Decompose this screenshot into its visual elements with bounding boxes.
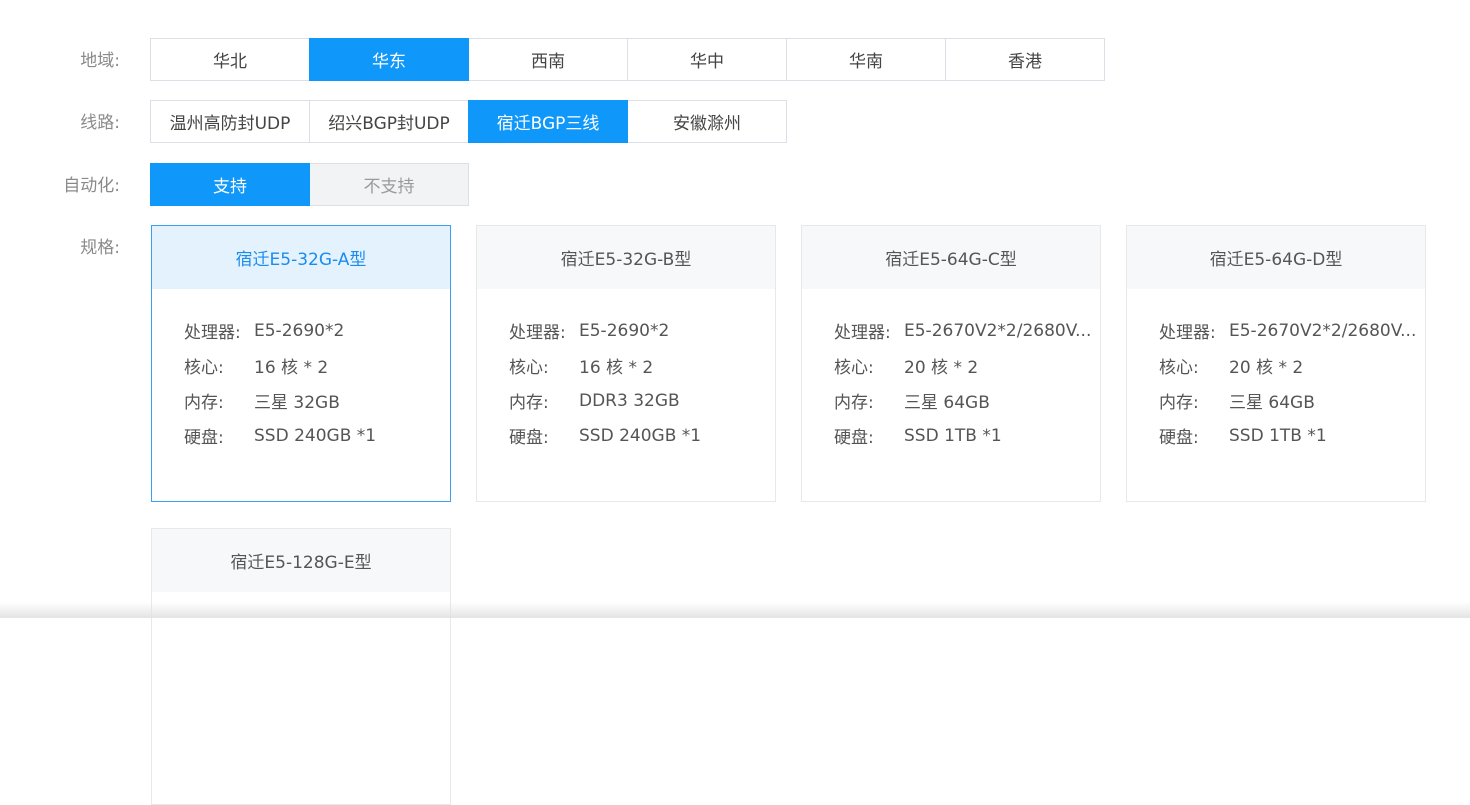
disk-key: 硬盘:: [834, 428, 874, 448]
cpu-value: E5-2690*2: [254, 320, 345, 341]
region-option-huanan[interactable]: 华南: [786, 38, 946, 81]
card-title: 宿迁E5-32G-B型: [477, 226, 775, 289]
disk-value: SSD 1TB *1: [904, 425, 1002, 446]
automation-label: 自动化:: [63, 176, 120, 196]
spec-card-c[interactable]: 宿迁E5-64G-C型 处理器: E5-2670V2*2/2680V... 核心:…: [801, 225, 1101, 502]
memory-key: 内存:: [1159, 393, 1199, 413]
region-option-huadong[interactable]: 华东: [309, 38, 469, 81]
card-title: 宿迁E5-64G-C型: [802, 226, 1100, 289]
disk-key: 硬盘:: [184, 428, 224, 448]
region-label: 地域:: [80, 51, 120, 71]
disk-value: SSD 1TB *1: [1229, 425, 1327, 446]
region-selector: 华北 华东 西南 华中 华南 香港: [150, 38, 1105, 81]
memory-key: 内存:: [834, 393, 874, 413]
region-option-hongkong[interactable]: 香港: [945, 38, 1105, 81]
cpu-key: 处理器:: [1159, 323, 1216, 343]
cores-key: 核心:: [184, 358, 224, 378]
line-option-shaoxing[interactable]: 绍兴BGP封UDP: [309, 100, 469, 143]
region-option-xinan[interactable]: 西南: [468, 38, 628, 81]
region-option-huazhong[interactable]: 华中: [627, 38, 787, 81]
spec-card-b[interactable]: 宿迁E5-32G-B型 处理器: E5-2690*2 核心: 16 核 * 2 内存…: [476, 225, 776, 502]
automation-selector: 支持 不支持: [150, 163, 469, 206]
cpu-key: 处理器:: [184, 323, 241, 343]
disk-key: 硬盘:: [509, 428, 549, 448]
cores-value: 16 核 * 2: [579, 358, 654, 378]
automation-option-supported[interactable]: 支持: [150, 163, 310, 206]
card-title: 宿迁E5-128G-E型: [152, 529, 450, 592]
spec-card-e[interactable]: 宿迁E5-128G-E型: [151, 528, 451, 805]
line-option-wenzhou[interactable]: 温州高防封UDP: [150, 100, 310, 143]
cpu-value: E5-2670V2*2/2680V...: [1229, 320, 1417, 341]
region-option-huabei[interactable]: 华北: [150, 38, 310, 81]
cpu-value: E5-2670V2*2/2680V...: [904, 320, 1092, 341]
line-label: 线路:: [80, 113, 120, 133]
disk-value: SSD 240GB *1: [254, 425, 377, 446]
card-title: 宿迁E5-32G-A型: [152, 226, 450, 289]
memory-key: 内存:: [509, 393, 549, 413]
line-selector: 温州高防封UDP 绍兴BGP封UDP 宿迁BGP三线 安徽滁州: [150, 100, 787, 143]
cores-key: 核心:: [834, 358, 874, 378]
cores-value: 20 核 * 2: [1229, 358, 1304, 378]
cpu-key: 处理器:: [834, 323, 891, 343]
memory-key: 内存:: [184, 393, 224, 413]
memory-value: 三星 64GB: [1229, 393, 1315, 413]
line-option-anhui-chuzhou[interactable]: 安徽滁州: [627, 100, 787, 143]
spec-card-d[interactable]: 宿迁E5-64G-D型 处理器: E5-2670V2*2/2680V... 核心:…: [1126, 225, 1426, 502]
cores-key: 核心:: [509, 358, 549, 378]
card-title: 宿迁E5-64G-D型: [1127, 226, 1425, 289]
memory-value: 三星 64GB: [904, 393, 990, 413]
memory-value: 三星 32GB: [254, 393, 340, 413]
cpu-value: E5-2690*2: [579, 320, 670, 341]
cores-key: 核心:: [1159, 358, 1199, 378]
spec-card-a[interactable]: 宿迁E5-32G-A型 处理器: E5-2690*2 核心: 16 核 * 2 内存…: [151, 225, 451, 502]
cpu-key: 处理器:: [509, 323, 566, 343]
disk-value: SSD 240GB *1: [579, 425, 702, 446]
line-option-suqian[interactable]: 宿迁BGP三线: [468, 100, 628, 143]
disk-key: 硬盘:: [1159, 428, 1199, 448]
cores-value: 16 核 * 2: [254, 358, 329, 378]
automation-option-unsupported[interactable]: 不支持: [309, 163, 469, 206]
cores-value: 20 核 * 2: [904, 358, 979, 378]
spec-label: 规格:: [80, 238, 120, 258]
memory-value: DDR3 32GB: [579, 390, 680, 411]
